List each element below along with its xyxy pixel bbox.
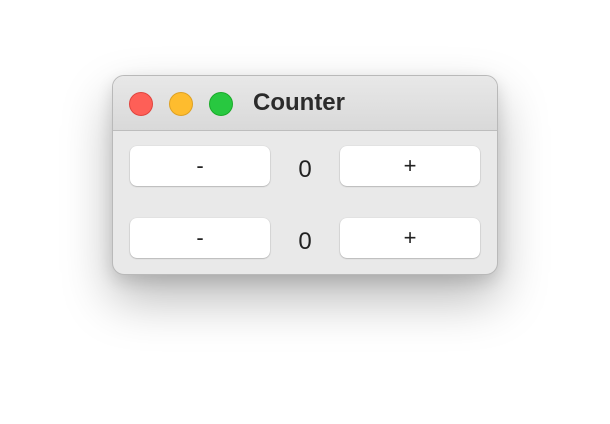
counter-value: 0 <box>298 228 312 255</box>
counter-content: - 0 + - 0 + <box>113 131 497 274</box>
window-title: Counter <box>253 89 345 116</box>
counter-value: 0 <box>298 156 312 183</box>
counter-window: Counter - 0 + - 0 + <box>112 75 498 275</box>
close-window-button[interactable] <box>129 92 153 116</box>
decrement-button[interactable]: - <box>130 146 270 186</box>
increment-button[interactable]: + <box>340 218 480 258</box>
zoom-window-button[interactable] <box>209 92 233 116</box>
increment-button[interactable]: + <box>340 146 480 186</box>
minimize-window-button[interactable] <box>169 92 193 116</box>
decrement-button[interactable]: - <box>130 218 270 258</box>
title-bar[interactable]: Counter <box>113 76 497 131</box>
